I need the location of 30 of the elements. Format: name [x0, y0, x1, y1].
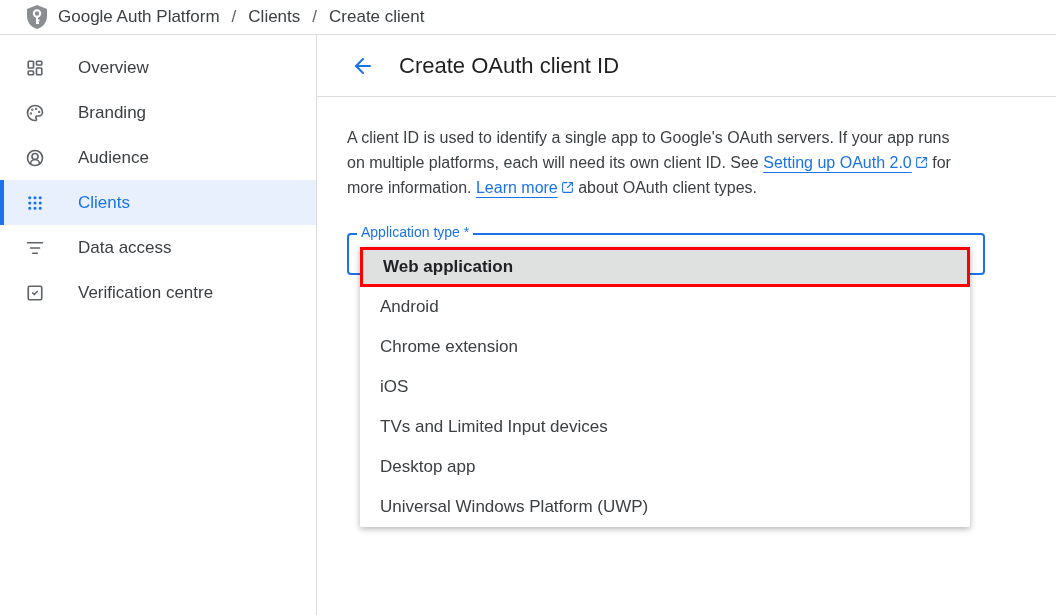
- sidebar-item[interactable]: Clients: [0, 180, 316, 225]
- breadcrumb-separator: /: [230, 6, 238, 29]
- external-link-icon: [914, 155, 928, 169]
- breadcrumb-link[interactable]: Clients: [248, 4, 301, 30]
- breadcrumb-link[interactable]: Create client: [329, 4, 425, 30]
- description-paragraph: A client ID is used to identify a single app to Google's OAuth servers. If your app runs on multiple platforms, each will need its own client ID. See Setting up OAuth 2.0 for more information. Learn more about OAuth client types.: [347, 128, 952, 198]
- breadcrumb-separator: /: [311, 6, 319, 29]
- help-link[interactable]: Learn more: [475, 179, 574, 196]
- dropdown-option[interactable]: Universal Windows Platform (UWP): [360, 487, 970, 527]
- help-link[interactable]: Setting up OAuth 2.0: [763, 154, 928, 171]
- dropdown-option[interactable]: Chrome extension: [360, 327, 970, 367]
- breadcrumb-link[interactable]: Google Auth Platform: [58, 4, 220, 30]
- sidebar-item[interactable]: Verification centre: [0, 270, 316, 315]
- shield-key-icon: [26, 4, 48, 30]
- sidebar-item[interactable]: Branding: [0, 90, 316, 135]
- dropdown-option[interactable]: Desktop app: [360, 447, 970, 487]
- page-title: Create OAuth client ID: [399, 52, 620, 80]
- external-link-icon: [560, 180, 574, 194]
- dropdown-option[interactable]: Web application: [360, 247, 970, 287]
- grid-icon: [26, 193, 44, 212]
- dropdown-option[interactable]: TVs and Limited Input devices: [360, 407, 970, 447]
- sidebar-item[interactable]: Overview: [0, 45, 316, 90]
- sidebar-item[interactable]: Audience: [0, 135, 316, 180]
- checkbox-icon: [26, 283, 44, 302]
- dashboard-icon: [26, 58, 44, 77]
- sidebar-item[interactable]: Data access: [0, 225, 316, 270]
- dropdown-option[interactable]: Android: [360, 287, 970, 327]
- person-icon: [26, 148, 44, 167]
- palette-icon: [26, 103, 44, 122]
- dropdown-option[interactable]: iOS: [360, 367, 970, 407]
